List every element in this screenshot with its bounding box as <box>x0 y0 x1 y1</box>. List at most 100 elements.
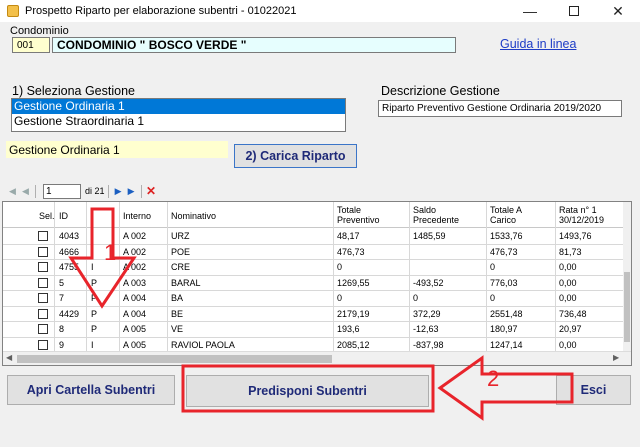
cell-nominativo: VE <box>171 324 184 334</box>
table-row[interactable]: 4429 P A 004 BE 2179,19 372,29 2551,48 736,48 <box>3 307 631 322</box>
cell-totale-preventivo: 0 <box>337 262 343 272</box>
last-icon[interactable]: ▶​ <box>125 185 138 198</box>
descrizione-field[interactable]: Riparto Preventivo Gestione Ordinaria 20… <box>378 100 622 117</box>
horizontal-scroll-thumb[interactable] <box>17 355 332 363</box>
cell-id: 4429 <box>59 308 80 319</box>
cell-type: P <box>91 308 98 319</box>
condominio-code-field[interactable]: 001 <box>12 37 50 53</box>
horizontal-scrollbar[interactable]: ◀ ▶ <box>3 351 631 365</box>
riparto-grid[interactable]: Sel. ID Interno Nominativo Totale Preven… <box>2 201 632 366</box>
cell-interno: A 002 <box>123 231 147 241</box>
table-row[interactable]: 7 P A 004 BA 0 0 0 0,00 <box>3 291 631 307</box>
cell-saldo-precedente: 1485,59 <box>413 231 446 241</box>
window-title: Prospetto Riparto per elaborazione suben… <box>25 5 297 17</box>
help-link[interactable]: Guida in linea <box>500 37 576 51</box>
cell-type: P <box>91 324 98 334</box>
select-checkbox[interactable] <box>38 324 48 334</box>
col-totale-preventivo[interactable]: Totale Preventivo <box>337 205 380 225</box>
cell-saldo-precedente: -12,63 <box>413 324 439 334</box>
first-icon[interactable]: ◀​ <box>6 185 19 198</box>
cell-id: 4043 <box>59 231 80 241</box>
cell-nominativo: BARAL <box>171 277 201 288</box>
scroll-right-icon[interactable]: ▶ <box>613 353 619 362</box>
carica-riparto-button[interactable]: 2) Carica Riparto <box>234 144 357 168</box>
minimize-icon[interactable]: — <box>508 0 552 22</box>
close-icon[interactable]: ✕ <box>596 0 640 22</box>
cell-id: 4755 <box>59 262 80 272</box>
condominio-name-field[interactable]: CONDOMINIO " BOSCO VERDE " <box>52 37 456 53</box>
table-row[interactable]: 5 P A 003 BARAL 1269,55 -493,52 776,03 0,00 <box>3 276 631 291</box>
maximize-icon[interactable] <box>552 0 596 22</box>
cell-interno: A 004 <box>123 308 147 319</box>
col-nominativo[interactable]: Nominativo <box>171 211 216 221</box>
select-checkbox[interactable] <box>38 262 48 272</box>
cell-totale-carico: 2551,48 <box>490 308 523 319</box>
prev-icon[interactable]: ◀ <box>19 185 32 198</box>
cell-nominativo: CRE <box>171 262 191 272</box>
cell-id: 8 <box>59 324 65 334</box>
select-checkbox[interactable] <box>38 277 48 288</box>
cell-type: I <box>91 262 94 272</box>
cell-type: P <box>91 277 98 288</box>
cell-rata-1: 0,00 <box>559 339 577 350</box>
table-row[interactable]: 8 P A 005 VE 193,6 -12,63 180,97 20,97 <box>3 322 631 338</box>
predisponi-subentri-button[interactable]: Predisponi Subentri <box>186 375 429 407</box>
total-label: di 21 <box>85 186 105 196</box>
cell-id: 4666 <box>59 246 80 257</box>
cell-rata-1: 0,00 <box>559 277 577 288</box>
apri-cartella-button[interactable]: Apri Cartella Subentri <box>7 375 175 405</box>
table-row[interactable]: 4755 I A 002 CRE 0 0 0,00 <box>3 260 631 276</box>
vertical-scrollbar[interactable] <box>623 202 631 351</box>
cell-type: I <box>91 246 94 257</box>
col-rata-1[interactable]: Rata n° 1 30/12/2019 <box>559 205 604 225</box>
cell-totale-carico: 0 <box>490 293 496 303</box>
cell-saldo-precedente: -493,52 <box>413 277 444 288</box>
select-checkbox[interactable] <box>38 339 48 350</box>
position-field[interactable]: 1 <box>43 183 81 199</box>
col-totale-carico[interactable]: Totale A Carico <box>490 205 522 225</box>
cell-totale-preventivo: 476,73 <box>337 246 365 257</box>
cell-totale-carico: 1533,76 <box>490 231 523 241</box>
cell-saldo-precedente: 372,29 <box>413 308 441 319</box>
table-row[interactable]: 4666 I A 002 POE 476,73 476,73 81,73 <box>3 245 631 260</box>
col-sel[interactable]: Sel. <box>39 211 55 221</box>
cell-rata-1: 20,97 <box>559 324 582 334</box>
gestione-option[interactable]: Gestione Straordinaria 1 <box>12 114 345 129</box>
select-checkbox[interactable] <box>38 231 48 241</box>
cell-totale-preventivo: 0 <box>337 293 343 303</box>
gestione-option[interactable]: Gestione Ordinaria 1 <box>12 99 345 114</box>
esci-button[interactable]: Esci <box>556 375 631 405</box>
record-navigator: ◀​ ◀ 1 di 21 ▶ ▶​ ✕ <box>0 182 180 200</box>
select-checkbox[interactable] <box>38 246 48 257</box>
scroll-left-icon[interactable]: ◀ <box>6 353 12 362</box>
cell-saldo-precedente: 0 <box>413 293 419 303</box>
cell-rata-1: 736,48 <box>559 308 587 319</box>
next-icon[interactable]: ▶ <box>112 185 125 198</box>
cell-id: 9 <box>59 339 65 350</box>
table-row[interactable]: 4043 I A 002 URZ 48,17 1485,59 1533,76 1493,76 <box>3 229 631 245</box>
separator <box>35 184 36 198</box>
delete-icon[interactable]: ✕ <box>145 184 158 198</box>
cell-totale-preventivo: 193,6 <box>337 324 360 334</box>
cell-rata-1: 81,73 <box>559 246 582 257</box>
select-checkbox[interactable] <box>38 308 48 319</box>
cell-totale-carico: 0 <box>490 262 496 272</box>
cell-nominativo: BA <box>171 293 184 303</box>
cell-totale-carico: 776,03 <box>490 277 518 288</box>
col-saldo-precedente[interactable]: Saldo Precedente <box>413 205 459 225</box>
vertical-scroll-thumb[interactable] <box>624 272 630 342</box>
cell-id: 7 <box>59 293 65 303</box>
col-interno[interactable]: Interno <box>123 211 151 221</box>
cell-interno: A 004 <box>123 293 147 303</box>
cell-saldo-precedente: -837,98 <box>413 339 444 350</box>
grid-header: Sel. ID Interno Nominativo Totale Preven… <box>3 202 631 228</box>
cell-totale-preventivo: 48,17 <box>337 231 360 241</box>
gestione-label: 1) Seleziona Gestione <box>12 84 135 98</box>
descrizione-label: Descrizione Gestione <box>381 84 500 98</box>
title-bar: Prospetto Riparto per elaborazione suben… <box>0 0 640 22</box>
select-checkbox[interactable] <box>38 293 48 303</box>
gestione-listbox[interactable]: Gestione Ordinaria 1 Gestione Straordina… <box>11 98 346 132</box>
app-icon <box>7 5 19 17</box>
col-id[interactable]: ID <box>59 211 68 221</box>
cell-interno: A 005 <box>123 339 147 350</box>
